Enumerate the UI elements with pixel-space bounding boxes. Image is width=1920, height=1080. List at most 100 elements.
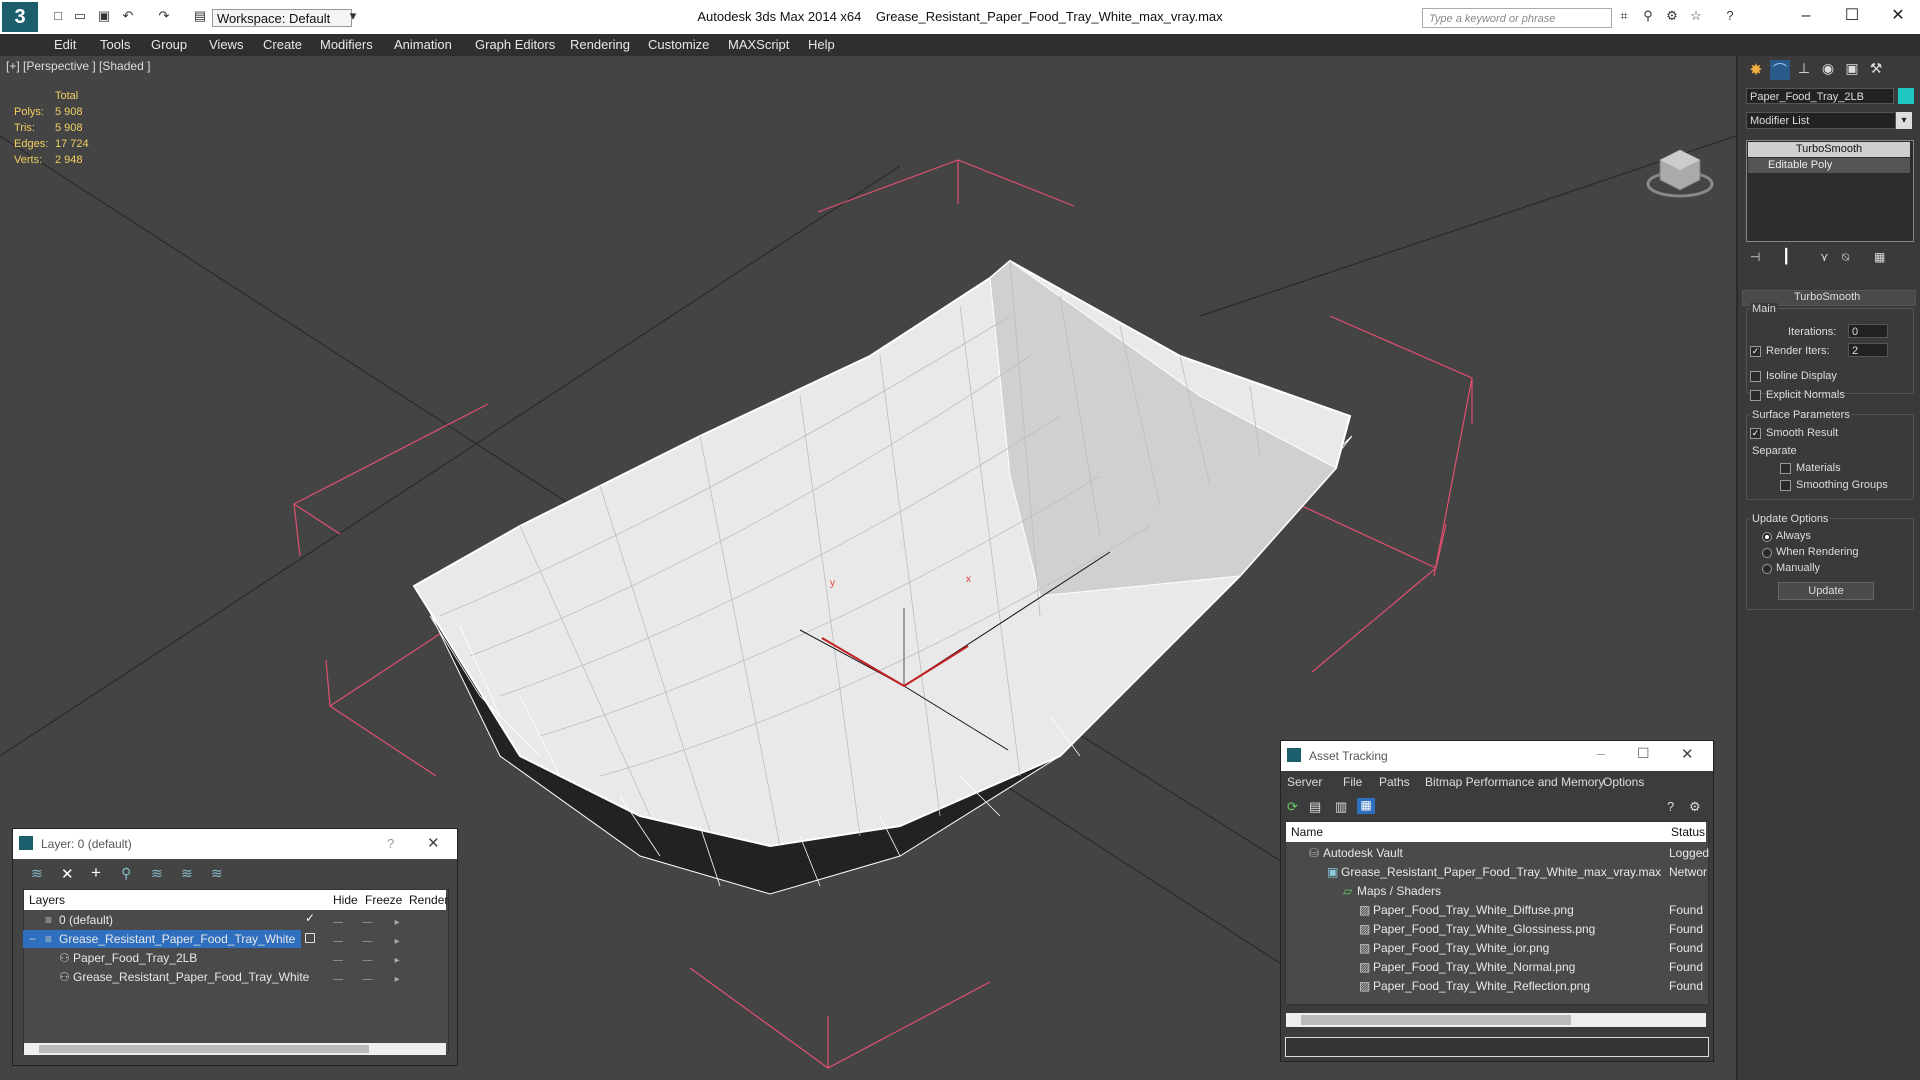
add-to-layer-icon[interactable]: + (91, 863, 101, 883)
modify-tab-icon[interactable]: ⌒ (1770, 60, 1790, 80)
asset-scrollbar-thumb[interactable] (1301, 1015, 1571, 1025)
asset-minimize-button[interactable]: – (1597, 745, 1605, 761)
iterations-spinner[interactable]: 0 (1848, 324, 1888, 338)
stack-item-turbosmooth[interactable]: TurboSmooth (1748, 142, 1910, 157)
viewport-label[interactable]: [+] [Perspective ] [Shaded ] (6, 59, 150, 73)
chevron-down-icon[interactable]: ▾ (1896, 112, 1912, 129)
menu-customize[interactable]: Customize (648, 37, 709, 52)
hierarchy-tab-icon[interactable]: ⊥ (1794, 60, 1814, 80)
list-item[interactable]: ▨ Paper_Food_Tray_White_Normal.png Found (1287, 958, 1703, 978)
asset-menu-server[interactable]: Server (1287, 775, 1322, 789)
modifier-list-dropdown[interactable]: Modifier List (1746, 112, 1896, 129)
asset-path-field[interactable] (1285, 1037, 1709, 1057)
utilities-tab-icon[interactable]: ⚒ (1866, 60, 1886, 80)
layer-dialog-close-button[interactable]: ✕ (427, 834, 440, 852)
layer-scrollbar-thumb[interactable] (39, 1045, 369, 1053)
list-item[interactable]: ▨ Paper_Food_Tray_White_ior.png Found (1287, 939, 1703, 959)
list-item[interactable]: ▨ Paper_Food_Tray_White_Diffuse.png Foun… (1287, 901, 1703, 921)
list-item[interactable]: ▣ Grease_Resistant_Paper_Food_Tray_White… (1287, 863, 1707, 883)
list-item[interactable]: ▨ Paper_Food_Tray_White_Reflection.png F… (1287, 977, 1703, 997)
menu-edit[interactable]: Edit (54, 37, 76, 52)
isoline-display-checkbox[interactable] (1750, 371, 1761, 382)
layer-toggle-columns[interactable]: — — ▸ — — ▸ — — ▸ — — ▸ (333, 913, 443, 989)
menu-create[interactable]: Create (263, 37, 302, 52)
pin-stack-icon[interactable]: ⊣ (1750, 250, 1760, 264)
asset-settings-icon[interactable]: ⚙ (1689, 799, 1701, 815)
asset-menu-options[interactable]: Options (1603, 775, 1644, 789)
layer-row[interactable]: ≡ 0 (default) (23, 911, 367, 929)
close-button[interactable]: ✕ (1878, 4, 1918, 28)
smoothing-groups-checkbox[interactable] (1780, 480, 1791, 491)
help-icon[interactable]: ? (1722, 9, 1738, 23)
refresh-icon[interactable]: ⟳ (1287, 799, 1298, 815)
layer-row[interactable]: ⚇ Grease_Resistant_Paper_Food_Tray_White (23, 968, 367, 986)
col-render[interactable]: Render (409, 893, 448, 907)
table-view-icon[interactable]: ▦ (1357, 798, 1375, 814)
delete-layer-icon[interactable]: ✕ (61, 865, 74, 883)
asset-menu-paths[interactable]: Paths (1379, 775, 1410, 789)
layer-dialog-titlebar[interactable]: Layer: 0 (default) ? ✕ (13, 829, 457, 859)
active-layer-check-icon[interactable]: ✓ (305, 911, 315, 925)
menu-maxscript[interactable]: MAXScript (728, 37, 789, 52)
asset-maximize-button[interactable]: ☐ (1637, 745, 1650, 762)
manually-radio[interactable] (1762, 564, 1772, 574)
render-iters-checkbox[interactable]: ✓ (1750, 346, 1761, 357)
layer-dialog-help-button[interactable]: ? (387, 836, 394, 851)
render-iters-spinner[interactable]: 2 (1848, 343, 1888, 357)
menu-views[interactable]: Views (209, 37, 243, 52)
asset-dialog-titlebar[interactable]: Asset Tracking – ☐ ✕ (1281, 741, 1713, 771)
display-tab-icon[interactable]: ▣ (1842, 60, 1862, 80)
list-item[interactable]: ⛁ Autodesk Vault Logged (1287, 844, 1709, 864)
menu-rendering[interactable]: Rendering (570, 37, 630, 52)
configure-sets-icon[interactable]: ▦ (1874, 250, 1885, 264)
update-button[interactable]: Update (1778, 582, 1874, 600)
motion-tab-icon[interactable]: ◉ (1818, 60, 1838, 80)
layer-row[interactable]: − ≡ Grease_Resistant_Paper_Food_Tray_Whi… (23, 930, 301, 948)
col-hide[interactable]: Hide (333, 893, 358, 907)
asset-menu-bitmap[interactable]: Bitmap Performance and Memory (1425, 775, 1604, 789)
asset-help-icon[interactable]: ? (1667, 799, 1674, 814)
search-input[interactable]: Type a keyword or phrase (1422, 8, 1612, 28)
set-active-layer-icon[interactable] (305, 933, 315, 943)
menu-tools[interactable]: Tools (100, 37, 130, 52)
object-name-field[interactable]: Paper_Food_Tray_2LB (1746, 88, 1894, 104)
highlight-layer-icon[interactable]: ≋ (151, 865, 163, 882)
menu-modifiers[interactable]: Modifiers (320, 37, 373, 52)
col-name[interactable]: Name (1291, 825, 1323, 839)
subscription-icon[interactable]: ⚙ (1664, 9, 1680, 23)
favorites-star-icon[interactable]: ☆ (1688, 9, 1704, 23)
col-freeze[interactable]: Freeze (365, 893, 402, 907)
freeze-all-layers-icon[interactable]: ≋ (211, 865, 223, 882)
list-item[interactable]: ▨ Paper_Food_Tray_White_Glossiness.png F… (1287, 920, 1703, 940)
list-view-icon[interactable]: ▤ (1309, 799, 1321, 815)
col-status[interactable]: Status (1671, 825, 1705, 839)
create-tab-icon[interactable]: ✸ (1746, 60, 1766, 80)
always-radio[interactable] (1762, 532, 1772, 542)
remove-modifier-icon[interactable]: ⍉ (1842, 250, 1849, 265)
list-item[interactable]: ▱ Maps / Shaders (1287, 882, 1699, 902)
minimize-button[interactable]: – (1786, 4, 1826, 28)
col-layers[interactable]: Layers (29, 893, 65, 907)
materials-checkbox[interactable] (1780, 463, 1791, 474)
maximize-button[interactable]: ☐ (1832, 4, 1872, 28)
binoculars-icon[interactable]: ⌗ (1616, 9, 1632, 23)
when-rendering-radio[interactable] (1762, 548, 1772, 558)
create-layer-icon[interactable]: ≋ (31, 865, 43, 882)
make-unique-icon[interactable]: ⋎ (1820, 250, 1829, 264)
asset-menu-file[interactable]: File (1343, 775, 1362, 789)
object-color-swatch[interactable] (1898, 88, 1914, 104)
select-in-layer-icon[interactable]: ⚲ (121, 865, 131, 882)
key-icon[interactable]: ⚲ (1640, 9, 1656, 23)
menu-group[interactable]: Group (151, 37, 187, 52)
explicit-normals-checkbox[interactable] (1750, 390, 1761, 401)
menu-help[interactable]: Help (808, 37, 835, 52)
menu-animation[interactable]: Animation (394, 37, 452, 52)
smooth-result-checkbox[interactable]: ✓ (1750, 428, 1761, 439)
hide-all-layers-icon[interactable]: ≋ (181, 865, 193, 882)
stack-item-editable-poly[interactable]: Editable Poly (1748, 158, 1910, 173)
layer-row[interactable]: ⚇ Paper_Food_Tray_2LB (23, 949, 367, 967)
menu-graph-editors[interactable]: Graph Editors (475, 37, 555, 52)
show-end-result-icon[interactable]: ┃ (1782, 248, 1790, 265)
expand-icon[interactable]: − (29, 930, 36, 948)
asset-close-button[interactable]: ✕ (1681, 745, 1694, 763)
